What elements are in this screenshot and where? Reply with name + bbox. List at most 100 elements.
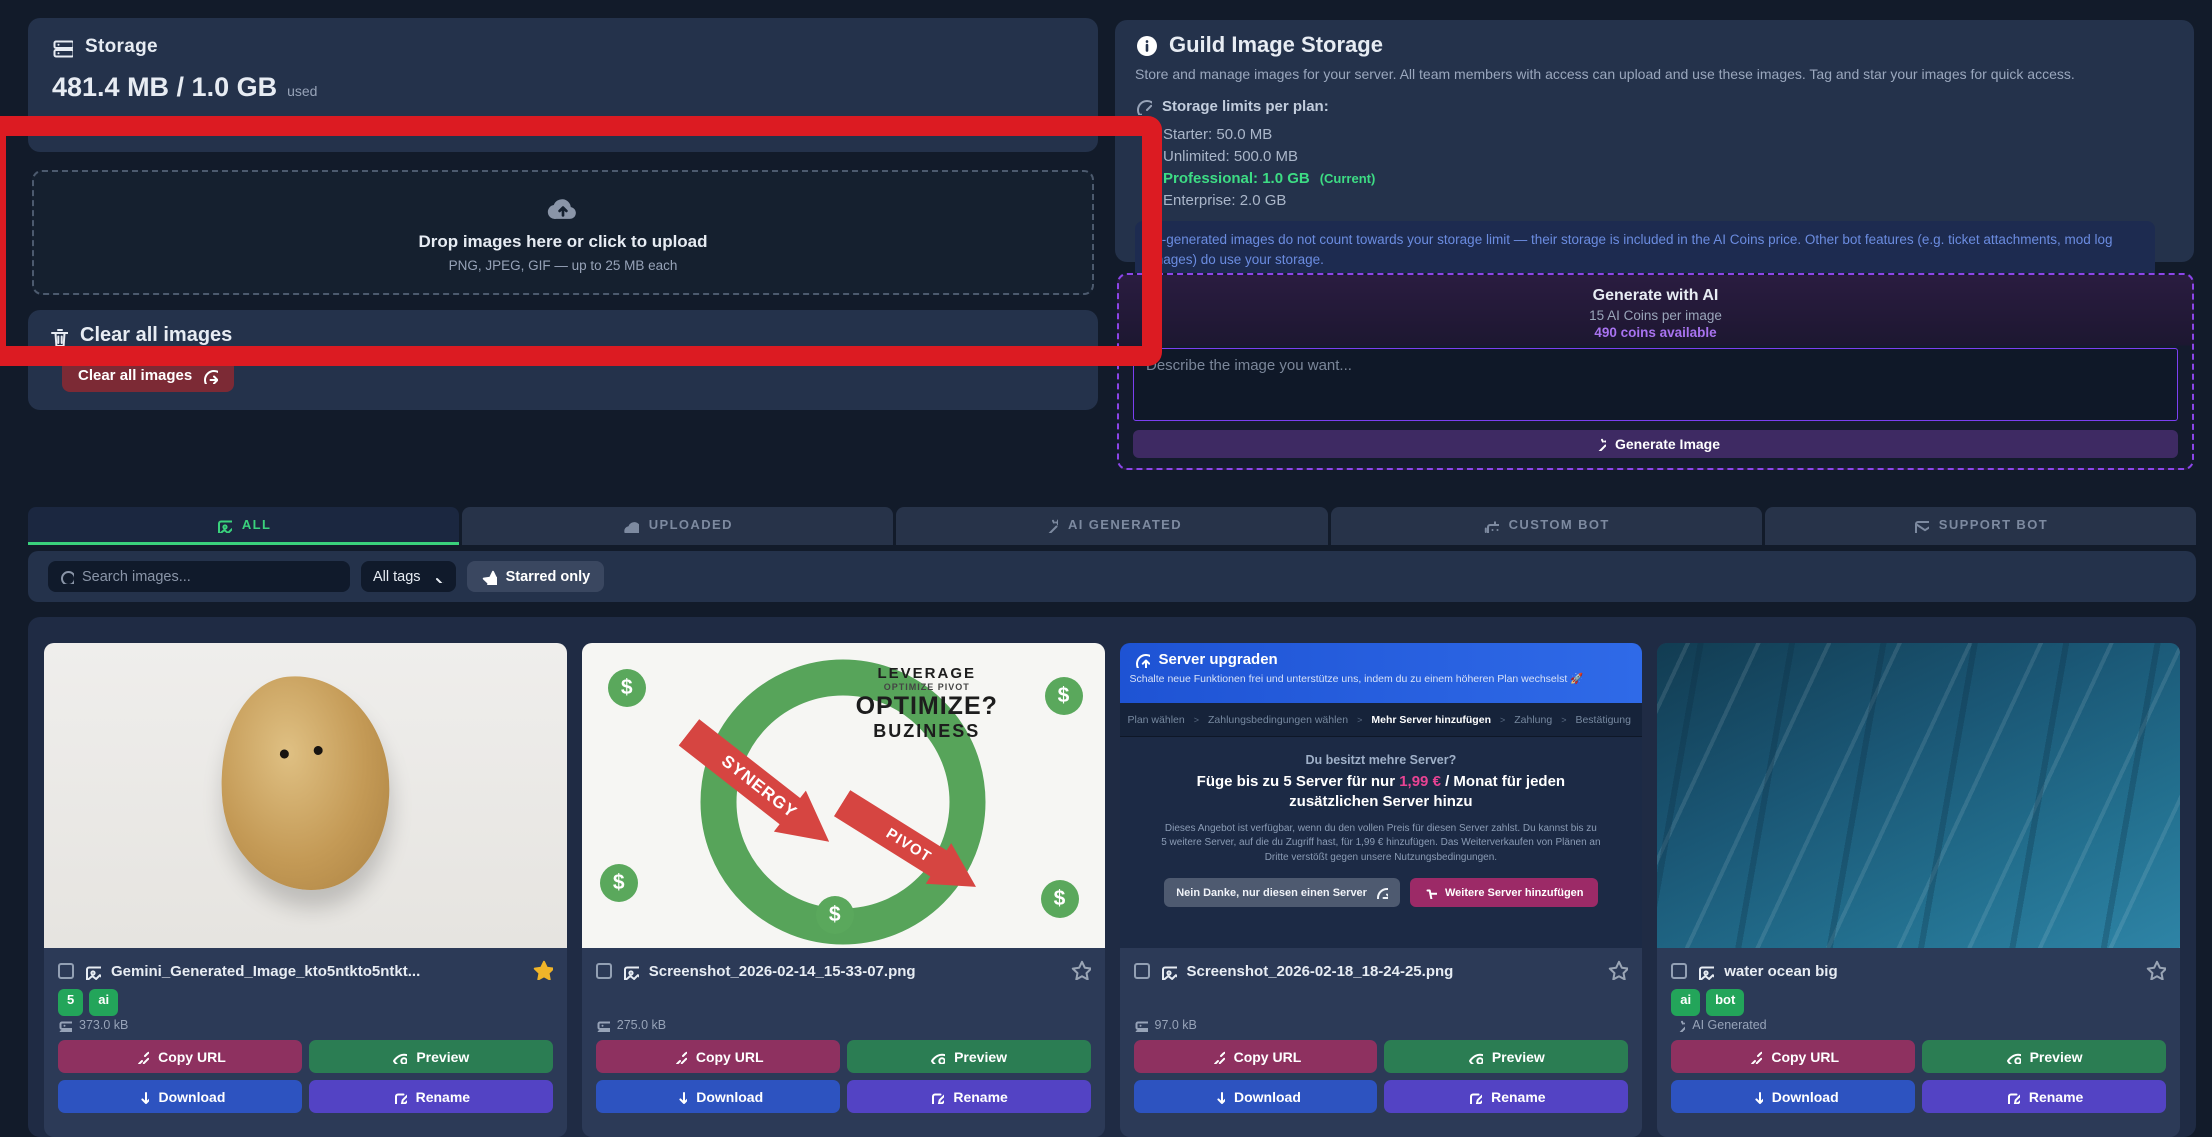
rename-button[interactable]: Rename: [847, 1080, 1091, 1113]
image-file-icon: [84, 963, 101, 980]
storage-progress-fill: [52, 116, 532, 130]
bullet-dot: [1147, 131, 1153, 137]
image-card: LEVERAGE OPTIMIZE PIVOT OPTIMIZE? BUZINE…: [582, 643, 1105, 1137]
star-outline-icon: [1070, 959, 1091, 980]
tag-badge[interactable]: ai: [1671, 989, 1700, 1016]
bullet-dot: [1147, 153, 1153, 159]
file-name: Screenshot_2026-02-18_18-24-25.png: [1187, 963, 1454, 980]
file-size: 373.0 kB: [79, 1018, 128, 1032]
image-thumbnail-business-cartoon[interactable]: LEVERAGE OPTIMIZE PIVOT OPTIMIZE? BUZINE…: [582, 643, 1105, 948]
star-button[interactable]: [2145, 959, 2166, 983]
star-button[interactable]: [1070, 959, 1091, 983]
copy-url-button[interactable]: Copy URL: [1671, 1040, 1915, 1073]
download-button[interactable]: Download: [1671, 1080, 1915, 1113]
download-icon: [1210, 1089, 1225, 1104]
rename-button[interactable]: Rename: [1922, 1080, 2166, 1113]
pencil-icon: [929, 1089, 944, 1104]
gauge-icon: [1135, 98, 1152, 115]
rename-button[interactable]: Rename: [309, 1080, 553, 1113]
coins-available-label: 490 coins available: [1133, 325, 2178, 340]
image-file-icon: [1697, 963, 1714, 980]
image-card: Gemini_Generated_Image_kto5ntkto5ntkt...…: [44, 643, 567, 1137]
file-size: 275.0 kB: [617, 1018, 666, 1032]
generate-cost-label: 15 AI Coins per image: [1133, 308, 2178, 323]
link-icon: [1747, 1049, 1762, 1064]
dollar-sign: $: [1045, 677, 1083, 715]
tab-all[interactable]: ALL: [28, 507, 459, 545]
plan-item-starter: Starter: 50.0 MB: [1135, 123, 2174, 145]
storage-used-value: 481.4 MB / 1.0 GB: [52, 72, 277, 103]
bullet-dot: [1147, 175, 1153, 181]
current-plan-suffix: (Current): [1320, 171, 1376, 186]
tab-uploaded[interactable]: UPLOADED: [462, 507, 893, 545]
robot-icon: [1483, 517, 1499, 533]
wand-icon: [1042, 517, 1058, 533]
pencil-icon: [392, 1089, 407, 1104]
limits-heading: Storage limits per plan:: [1162, 98, 1329, 115]
clear-all-title: Clear all images: [80, 324, 232, 347]
image-thumbnail-ocean[interactable]: [1657, 643, 2180, 948]
cartoon-text: LEVERAGE OPTIMIZE PIVOT OPTIMIZE? BUZINE…: [832, 665, 1022, 742]
offer-price: 1,99 €: [1399, 773, 1441, 790]
eye-icon: [1468, 1049, 1483, 1064]
starred-only-toggle[interactable]: Starred only: [467, 561, 605, 592]
plan-item-unlimited: Unlimited: 500.0 MB: [1135, 145, 2174, 167]
storage-title: Storage: [85, 36, 158, 58]
arrow-circle-icon: [1375, 886, 1388, 899]
storage-card-header: Storage: [52, 36, 1074, 58]
file-name: Screenshot_2026-02-14_15-33-07.png: [649, 963, 916, 980]
filter-bar: All tags Starred only: [28, 551, 2196, 602]
image-card: water ocean big ai bot AI Generated Copy…: [1657, 643, 2180, 1137]
pencil-icon: [1467, 1089, 1482, 1104]
upload-dropzone[interactable]: Drop images here or click to upload PNG,…: [32, 170, 1094, 295]
download-button[interactable]: Download: [596, 1080, 840, 1113]
tag-badge[interactable]: bot: [1706, 989, 1744, 1016]
up-circle-icon: [1134, 652, 1150, 668]
download-button[interactable]: Download: [58, 1080, 302, 1113]
tags-dropdown[interactable]: All tags: [361, 561, 456, 592]
preview-button[interactable]: Preview: [1384, 1040, 1628, 1073]
star-outline-icon: [1607, 959, 1628, 980]
preview-button[interactable]: Preview: [309, 1040, 553, 1073]
image-thumbnail-upgrade-screenshot[interactable]: Server upgraden Schalte neue Funktionen …: [1120, 643, 1643, 948]
upgrade-terms: Dieses Angebot ist verfügbar, wenn du de…: [1161, 822, 1601, 866]
download-button[interactable]: Download: [1134, 1080, 1378, 1113]
cloud-upload-icon: [541, 192, 585, 226]
copy-url-button[interactable]: Copy URL: [1134, 1040, 1378, 1073]
preview-button[interactable]: Preview: [1922, 1040, 2166, 1073]
rename-button[interactable]: Rename: [1384, 1080, 1628, 1113]
image-thumbnail-potato[interactable]: [44, 643, 567, 948]
select-checkbox[interactable]: [596, 963, 612, 979]
tag-badge[interactable]: 5: [58, 989, 83, 1016]
wand-icon: [1671, 1018, 1685, 1032]
star-button[interactable]: [1607, 959, 1628, 983]
file-size: 97.0 kB: [1155, 1018, 1197, 1032]
guild-image-storage-panel: Guild Image Storage Store and manage ima…: [1115, 20, 2194, 262]
ai-prompt-input[interactable]: [1133, 348, 2178, 421]
star-icon: [481, 569, 497, 585]
decline-offer-button[interactable]: Nein Danke, nur diesen einen Server: [1164, 878, 1400, 907]
clear-all-button-label: Clear all images: [78, 367, 192, 384]
tag-badge[interactable]: ai: [89, 989, 118, 1016]
preview-button[interactable]: Preview: [847, 1040, 1091, 1073]
clear-all-button[interactable]: Clear all images: [62, 359, 234, 392]
tab-custom-bot[interactable]: CUSTOM BOT: [1331, 507, 1762, 545]
copy-url-button[interactable]: Copy URL: [596, 1040, 840, 1073]
storage-card: Storage 481.4 MB / 1.0 GB used: [28, 18, 1098, 152]
search-input[interactable]: [48, 561, 350, 592]
eye-icon: [392, 1049, 407, 1064]
image-grid: Gemini_Generated_Image_kto5ntkto5ntkt...…: [28, 617, 2196, 1137]
tab-ai-generated[interactable]: AI GENERATED: [896, 507, 1327, 545]
image-card: Server upgraden Schalte neue Funktionen …: [1120, 643, 1643, 1137]
tab-support-bot[interactable]: SUPPORT BOT: [1765, 507, 2196, 545]
star-button[interactable]: [532, 959, 553, 983]
generate-image-button[interactable]: Generate Image: [1133, 430, 2178, 458]
copy-url-button[interactable]: Copy URL: [58, 1040, 302, 1073]
storage-used-label: used: [287, 83, 317, 99]
select-checkbox[interactable]: [1134, 963, 1150, 979]
select-checkbox[interactable]: [1671, 963, 1687, 979]
generate-with-ai-box: Generate with AI 15 AI Coins per image 4…: [1117, 273, 2194, 470]
select-checkbox[interactable]: [58, 963, 74, 979]
accept-offer-button[interactable]: Weitere Server hinzufügen: [1410, 878, 1598, 907]
star-outline-icon: [2145, 959, 2166, 980]
